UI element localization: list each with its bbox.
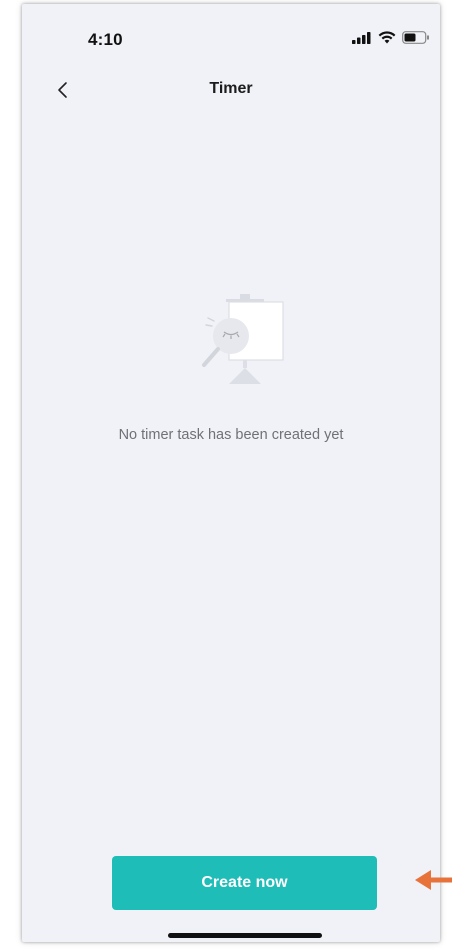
home-indicator <box>168 933 322 938</box>
page-title: Timer <box>209 80 253 97</box>
status-icons <box>352 31 430 49</box>
empty-state-illustration <box>186 290 290 394</box>
phone-screen: 4:10 Timer No timer task has been create… <box>22 4 440 942</box>
wifi-icon <box>378 31 396 49</box>
nav-bar: Timer <box>22 70 440 110</box>
screenshot-page: 4:10 Timer No timer task has been create… <box>0 0 452 950</box>
empty-state-message: No timer task has been created yet <box>118 427 344 443</box>
battery-icon <box>402 31 430 49</box>
arrow-annotation-icon <box>414 868 452 892</box>
status-time: 4:10 <box>88 30 123 49</box>
signal-icon <box>352 31 372 49</box>
create-now-button[interactable]: Create now <box>112 856 377 910</box>
status-bar: 4:10 <box>22 4 440 64</box>
